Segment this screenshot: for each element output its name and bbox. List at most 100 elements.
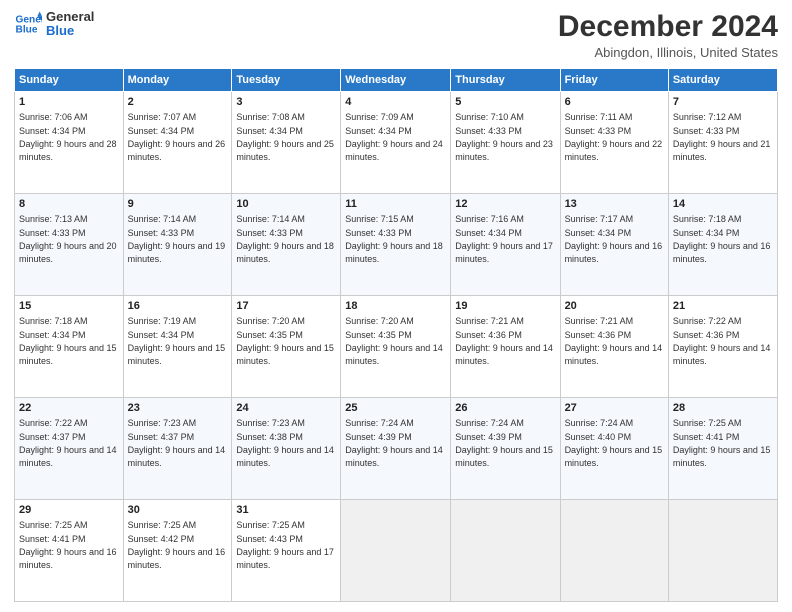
title-block: December 2024 Abingdon, Illinois, United… (558, 10, 778, 60)
calendar-cell: 1 Sunrise: 7:06 AMSunset: 4:34 PMDayligh… (15, 92, 124, 194)
day-number: 1 (19, 95, 119, 110)
day-number: 18 (345, 299, 446, 314)
day-info: Sunrise: 7:23 AMSunset: 4:38 PMDaylight:… (236, 418, 334, 468)
calendar-cell: 31 Sunrise: 7:25 AMSunset: 4:43 PMDaylig… (232, 500, 341, 602)
calendar-cell: 22 Sunrise: 7:22 AMSunset: 4:37 PMDaylig… (15, 398, 124, 500)
calendar-header-thursday: Thursday (451, 69, 560, 92)
calendar-cell: 28 Sunrise: 7:25 AMSunset: 4:41 PMDaylig… (668, 398, 777, 500)
day-number: 20 (565, 299, 664, 314)
day-number: 27 (565, 401, 664, 416)
calendar-week-1: 8 Sunrise: 7:13 AMSunset: 4:33 PMDayligh… (15, 194, 778, 296)
day-info: Sunrise: 7:20 AMSunset: 4:35 PMDaylight:… (236, 316, 334, 366)
calendar-cell: 4 Sunrise: 7:09 AMSunset: 4:34 PMDayligh… (341, 92, 451, 194)
day-info: Sunrise: 7:12 AMSunset: 4:33 PMDaylight:… (673, 112, 771, 162)
calendar-cell: 26 Sunrise: 7:24 AMSunset: 4:39 PMDaylig… (451, 398, 560, 500)
day-info: Sunrise: 7:23 AMSunset: 4:37 PMDaylight:… (128, 418, 226, 468)
calendar-cell: 3 Sunrise: 7:08 AMSunset: 4:34 PMDayligh… (232, 92, 341, 194)
day-number: 13 (565, 197, 664, 212)
calendar-week-3: 22 Sunrise: 7:22 AMSunset: 4:37 PMDaylig… (15, 398, 778, 500)
logo-general: General (46, 10, 94, 24)
day-number: 31 (236, 503, 336, 518)
logo: General Blue General Blue (14, 10, 94, 39)
calendar-header-row: SundayMondayTuesdayWednesdayThursdayFrid… (15, 69, 778, 92)
day-number: 24 (236, 401, 336, 416)
calendar-cell: 13 Sunrise: 7:17 AMSunset: 4:34 PMDaylig… (560, 194, 668, 296)
day-number: 8 (19, 197, 119, 212)
day-info: Sunrise: 7:25 AMSunset: 4:43 PMDaylight:… (236, 520, 334, 570)
calendar-cell: 25 Sunrise: 7:24 AMSunset: 4:39 PMDaylig… (341, 398, 451, 500)
day-number: 5 (455, 95, 555, 110)
day-number: 4 (345, 95, 446, 110)
svg-text:Blue: Blue (16, 25, 38, 36)
day-number: 3 (236, 95, 336, 110)
day-info: Sunrise: 7:25 AMSunset: 4:41 PMDaylight:… (673, 418, 771, 468)
calendar-cell: 30 Sunrise: 7:25 AMSunset: 4:42 PMDaylig… (123, 500, 232, 602)
day-info: Sunrise: 7:22 AMSunset: 4:36 PMDaylight:… (673, 316, 771, 366)
day-info: Sunrise: 7:09 AMSunset: 4:34 PMDaylight:… (345, 112, 443, 162)
calendar-cell: 10 Sunrise: 7:14 AMSunset: 4:33 PMDaylig… (232, 194, 341, 296)
day-number: 30 (128, 503, 228, 518)
calendar-cell: 21 Sunrise: 7:22 AMSunset: 4:36 PMDaylig… (668, 296, 777, 398)
day-number: 2 (128, 95, 228, 110)
day-number: 22 (19, 401, 119, 416)
calendar-cell: 9 Sunrise: 7:14 AMSunset: 4:33 PMDayligh… (123, 194, 232, 296)
calendar-cell (451, 500, 560, 602)
day-info: Sunrise: 7:10 AMSunset: 4:33 PMDaylight:… (455, 112, 553, 162)
calendar-header-friday: Friday (560, 69, 668, 92)
calendar-cell: 18 Sunrise: 7:20 AMSunset: 4:35 PMDaylig… (341, 296, 451, 398)
calendar-cell: 29 Sunrise: 7:25 AMSunset: 4:41 PMDaylig… (15, 500, 124, 602)
calendar-cell: 8 Sunrise: 7:13 AMSunset: 4:33 PMDayligh… (15, 194, 124, 296)
day-number: 21 (673, 299, 773, 314)
day-number: 23 (128, 401, 228, 416)
calendar-cell: 20 Sunrise: 7:21 AMSunset: 4:36 PMDaylig… (560, 296, 668, 398)
day-info: Sunrise: 7:17 AMSunset: 4:34 PMDaylight:… (565, 214, 663, 264)
day-number: 26 (455, 401, 555, 416)
day-info: Sunrise: 7:24 AMSunset: 4:39 PMDaylight:… (455, 418, 553, 468)
day-info: Sunrise: 7:06 AMSunset: 4:34 PMDaylight:… (19, 112, 117, 162)
day-info: Sunrise: 7:25 AMSunset: 4:42 PMDaylight:… (128, 520, 226, 570)
day-number: 16 (128, 299, 228, 314)
calendar-cell: 6 Sunrise: 7:11 AMSunset: 4:33 PMDayligh… (560, 92, 668, 194)
day-number: 6 (565, 95, 664, 110)
day-number: 28 (673, 401, 773, 416)
day-info: Sunrise: 7:24 AMSunset: 4:39 PMDaylight:… (345, 418, 443, 468)
calendar-cell: 12 Sunrise: 7:16 AMSunset: 4:34 PMDaylig… (451, 194, 560, 296)
calendar-cell: 14 Sunrise: 7:18 AMSunset: 4:34 PMDaylig… (668, 194, 777, 296)
day-info: Sunrise: 7:22 AMSunset: 4:37 PMDaylight:… (19, 418, 117, 468)
day-info: Sunrise: 7:07 AMSunset: 4:34 PMDaylight:… (128, 112, 226, 162)
day-info: Sunrise: 7:13 AMSunset: 4:33 PMDaylight:… (19, 214, 117, 264)
calendar-header-saturday: Saturday (668, 69, 777, 92)
day-info: Sunrise: 7:14 AMSunset: 4:33 PMDaylight:… (128, 214, 226, 264)
day-number: 14 (673, 197, 773, 212)
day-number: 12 (455, 197, 555, 212)
day-info: Sunrise: 7:15 AMSunset: 4:33 PMDaylight:… (345, 214, 443, 264)
day-info: Sunrise: 7:18 AMSunset: 4:34 PMDaylight:… (19, 316, 117, 366)
day-number: 29 (19, 503, 119, 518)
page: General Blue General Blue December 2024 … (0, 0, 792, 612)
day-number: 10 (236, 197, 336, 212)
header: General Blue General Blue December 2024 … (14, 10, 778, 60)
day-number: 25 (345, 401, 446, 416)
calendar-cell: 19 Sunrise: 7:21 AMSunset: 4:36 PMDaylig… (451, 296, 560, 398)
day-info: Sunrise: 7:21 AMSunset: 4:36 PMDaylight:… (565, 316, 663, 366)
calendar-cell (668, 500, 777, 602)
calendar-cell: 17 Sunrise: 7:20 AMSunset: 4:35 PMDaylig… (232, 296, 341, 398)
logo-blue: Blue (46, 24, 94, 38)
calendar-cell: 2 Sunrise: 7:07 AMSunset: 4:34 PMDayligh… (123, 92, 232, 194)
day-info: Sunrise: 7:21 AMSunset: 4:36 PMDaylight:… (455, 316, 553, 366)
calendar-cell: 7 Sunrise: 7:12 AMSunset: 4:33 PMDayligh… (668, 92, 777, 194)
calendar-cell: 11 Sunrise: 7:15 AMSunset: 4:33 PMDaylig… (341, 194, 451, 296)
calendar-cell: 15 Sunrise: 7:18 AMSunset: 4:34 PMDaylig… (15, 296, 124, 398)
subtitle: Abingdon, Illinois, United States (558, 45, 778, 60)
calendar-table: SundayMondayTuesdayWednesdayThursdayFrid… (14, 68, 778, 602)
day-info: Sunrise: 7:08 AMSunset: 4:34 PMDaylight:… (236, 112, 334, 162)
day-number: 15 (19, 299, 119, 314)
calendar-cell: 16 Sunrise: 7:19 AMSunset: 4:34 PMDaylig… (123, 296, 232, 398)
calendar-cell: 24 Sunrise: 7:23 AMSunset: 4:38 PMDaylig… (232, 398, 341, 500)
calendar-cell (341, 500, 451, 602)
calendar-header-monday: Monday (123, 69, 232, 92)
day-info: Sunrise: 7:16 AMSunset: 4:34 PMDaylight:… (455, 214, 553, 264)
day-info: Sunrise: 7:19 AMSunset: 4:34 PMDaylight:… (128, 316, 226, 366)
calendar-cell: 23 Sunrise: 7:23 AMSunset: 4:37 PMDaylig… (123, 398, 232, 500)
calendar-week-2: 15 Sunrise: 7:18 AMSunset: 4:34 PMDaylig… (15, 296, 778, 398)
